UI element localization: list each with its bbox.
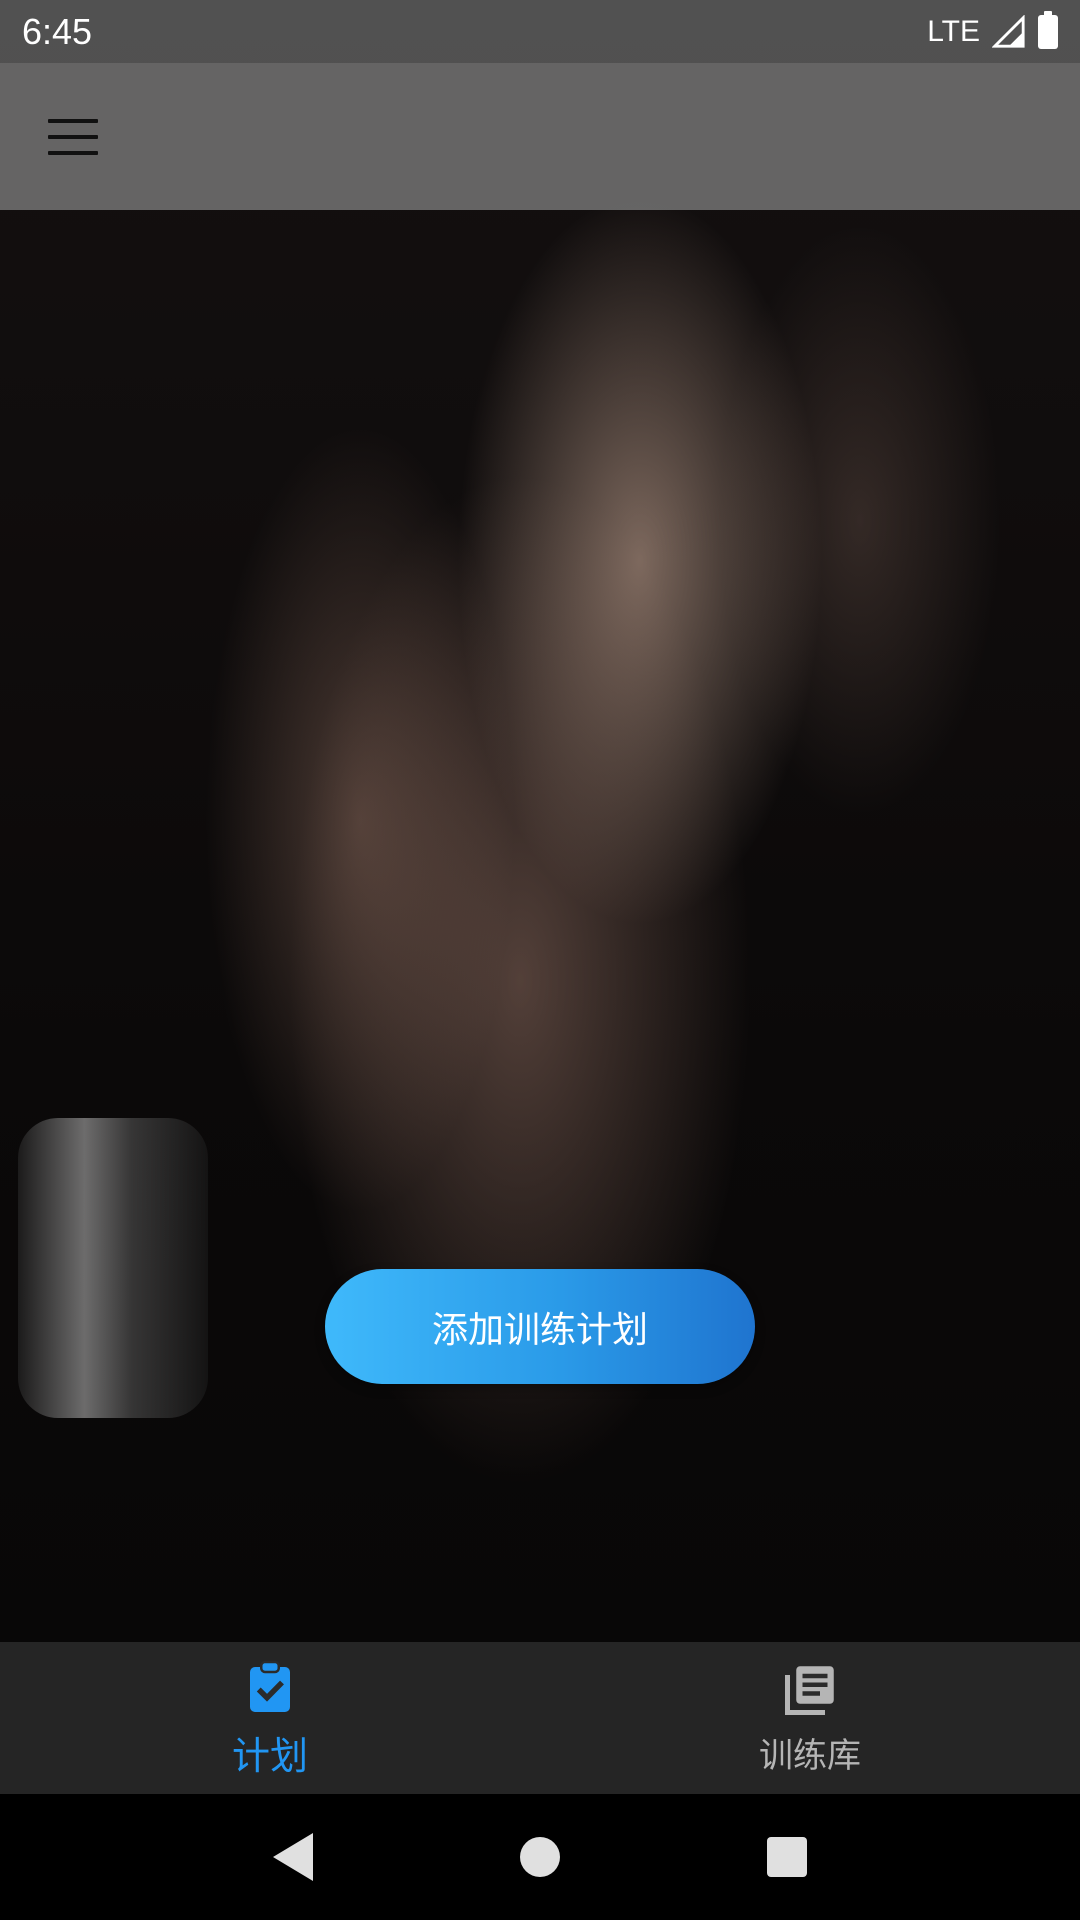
nav-label-training-library: 训练库 [759,1735,861,1776]
nav-tab-training-library[interactable]: 训练库 [540,1642,1080,1794]
network-type: LTE [927,14,980,48]
back-icon[interactable] [263,1827,323,1887]
battery-icon [1038,10,1058,49]
background-photo-dumbbell [18,1118,208,1418]
nav-label-plan: 计划 [231,1733,308,1778]
status-bar: 6:45 LTE [0,0,1080,63]
status-time: 6:45 [22,10,93,52]
add-training-plan-button[interactable]: 添加训练计划 [325,1269,755,1384]
nav-tab-plan[interactable]: 计划 [0,1642,540,1794]
system-navigation-bar [0,1794,1080,1920]
hamburger-menu-icon[interactable] [48,118,98,155]
bottom-navigation: 计划 训练库 [0,1642,1080,1794]
clipboard-check-icon [240,1657,300,1717]
add-training-plan-label: 添加训练计划 [431,1309,648,1351]
library-books-icon [780,1660,840,1720]
app-bar [0,63,1080,210]
screen: 6:45 LTE 添加训练计划 计划 训练库 [0,0,1080,1920]
signal-icon [992,14,1025,48]
status-indicators: LTE [927,10,1058,49]
home-icon[interactable] [510,1827,570,1887]
recents-icon[interactable] [757,1827,817,1887]
